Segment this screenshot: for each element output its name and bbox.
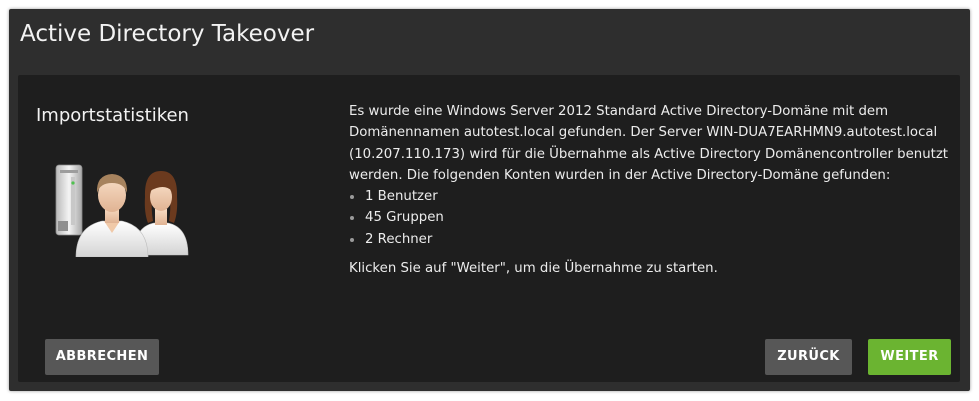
list-item: 2 Rechner bbox=[349, 229, 949, 250]
list-item: 1 Benutzer bbox=[349, 186, 949, 207]
section-title: Importstatistiken bbox=[36, 105, 189, 126]
list-item: 45 Gruppen bbox=[349, 207, 949, 228]
title-bar: Active Directory Takeover bbox=[9, 9, 970, 65]
window-title: Active Directory Takeover bbox=[20, 21, 315, 47]
dialog-content: Importstatistiken Es wurde eine Windows … bbox=[18, 75, 960, 382]
dialog-window: Active Directory Takeover Importstatisti… bbox=[9, 9, 970, 391]
account-list: 1 Benutzer 45 Gruppen 2 Rechner bbox=[349, 186, 949, 250]
users-illustration bbox=[55, 164, 189, 257]
info-text: Es wurde eine Windows Server 2012 Standa… bbox=[349, 101, 949, 279]
back-button[interactable]: ZURÜCK bbox=[765, 339, 852, 375]
cancel-button[interactable]: ABBRECHEN bbox=[45, 339, 159, 375]
server-icon bbox=[55, 164, 83, 236]
next-button[interactable]: WEITER bbox=[868, 339, 951, 375]
male-user-icon bbox=[75, 174, 149, 257]
intro-paragraph: Es wurde eine Windows Server 2012 Standa… bbox=[349, 104, 949, 183]
instruction-text: Klicken Sie auf "Weiter", um die Übernah… bbox=[349, 261, 718, 277]
